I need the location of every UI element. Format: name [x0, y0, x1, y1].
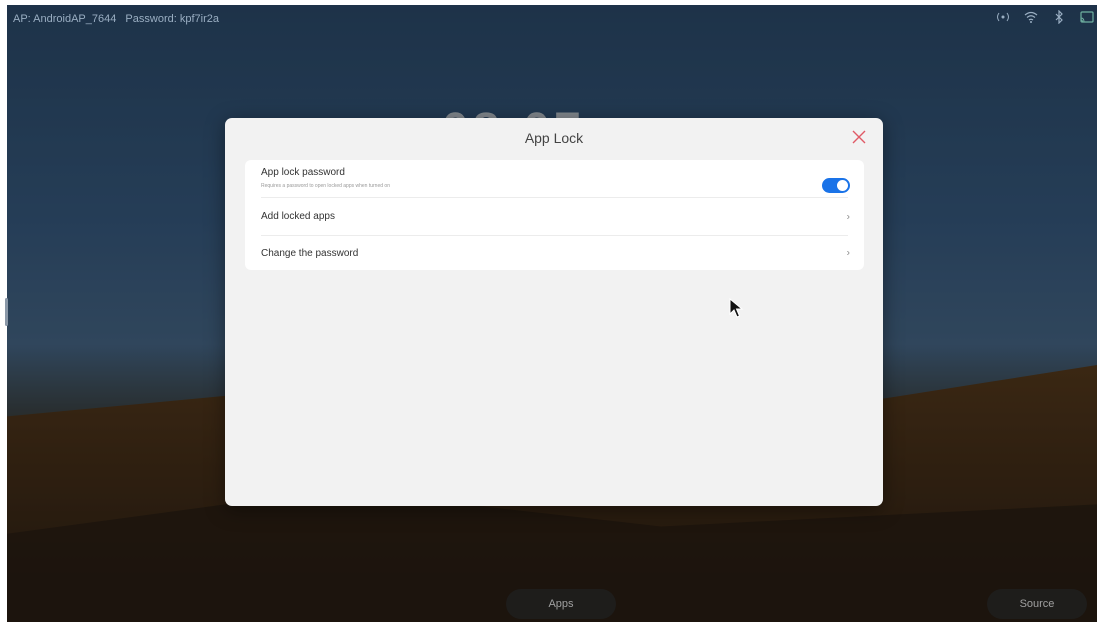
settings-list: App lock password Requires a password to…	[245, 160, 864, 270]
wifi-icon[interactable]	[1023, 9, 1039, 25]
dialog-title: App Lock	[524, 130, 584, 146]
apps-button[interactable]: Apps	[506, 589, 616, 619]
chevron-right-icon: ›	[846, 247, 850, 259]
cast-icon[interactable]	[1079, 9, 1095, 25]
app-lock-password-description: Requires a password to open locked apps …	[261, 183, 390, 189]
bluetooth-icon[interactable]	[1051, 9, 1067, 25]
app-lock-password-row[interactable]: App lock password Requires a password to…	[245, 167, 864, 197]
add-locked-apps-row[interactable]: Add locked apps ›	[245, 198, 864, 235]
chevron-right-icon: ›	[846, 211, 850, 222]
change-password-label: Change the password	[261, 247, 359, 259]
toggle-knob	[837, 180, 848, 191]
source-button[interactable]: Source	[987, 589, 1087, 619]
ap-name: AP: AndroidAP_7644	[13, 13, 117, 25]
change-password-row[interactable]: Change the password ›	[245, 236, 864, 270]
add-locked-apps-label: Add locked apps	[261, 211, 335, 222]
close-icon	[852, 130, 866, 144]
app-lock-password-label: App lock password	[261, 167, 345, 178]
close-button[interactable]	[849, 127, 869, 147]
hotspot-icon[interactable]	[995, 9, 1011, 25]
app-lock-dialog: App Lock App lock password Requires a pa…	[225, 118, 883, 506]
system-tray	[995, 9, 1095, 25]
status-bar-info: AP: AndroidAP_7644 Password: kpf7ir2a	[13, 13, 225, 25]
side-panel-handle[interactable]	[5, 298, 8, 326]
mouse-cursor-icon	[729, 297, 745, 323]
app-lock-toggle[interactable]	[822, 178, 850, 193]
ap-password: Password: kpf7ir2a	[125, 13, 219, 25]
